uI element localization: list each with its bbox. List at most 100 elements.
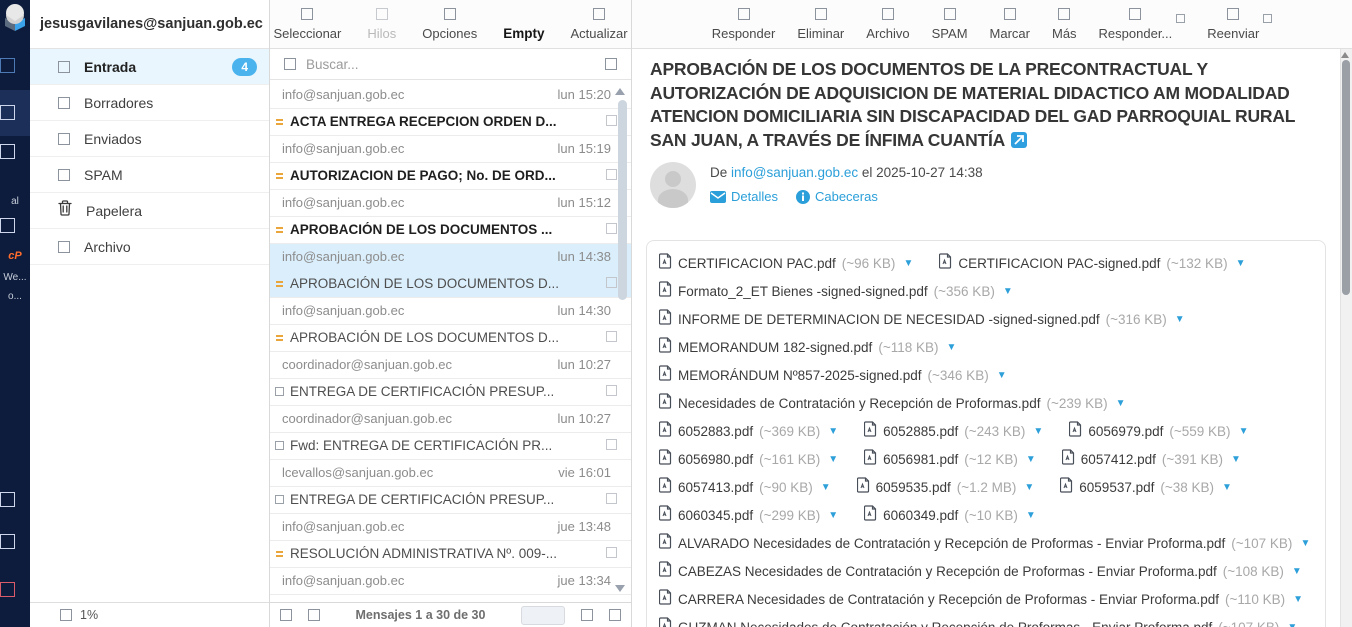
- attachment-dropdown-icon[interactable]: ▼: [821, 482, 831, 493]
- message-row[interactable]: info@sanjuan.gob.ecjue 13:48RESOLUCIÓN A…: [270, 513, 631, 567]
- details-link[interactable]: Detalles: [710, 189, 778, 204]
- list-empty-button[interactable]: Empty: [503, 8, 544, 41]
- dropdown-caret-icon[interactable]: [1176, 14, 1185, 23]
- footer-select-icon[interactable]: [280, 609, 292, 621]
- message-flag-icon[interactable]: [606, 547, 617, 558]
- message-flag-icon[interactable]: [606, 439, 617, 450]
- folder-item-enviados[interactable]: Enviados: [30, 121, 269, 157]
- message-row[interactable]: coordinador@sanjuan.gob.eclun 10:27Fwd: …: [270, 405, 631, 459]
- footer-next-page-icon[interactable]: [581, 609, 593, 621]
- read-marcar-button[interactable]: Marcar: [990, 8, 1030, 41]
- attachment-dropdown-icon[interactable]: ▼: [1239, 426, 1249, 437]
- read-archivo-button[interactable]: Archivo: [866, 8, 909, 41]
- attachment-dropdown-icon[interactable]: ▼: [997, 370, 1007, 381]
- list-seleccionar-button[interactable]: Seleccionar: [273, 8, 341, 41]
- attachment-dropdown-icon[interactable]: ▼: [1231, 454, 1241, 465]
- attachment-item[interactable]: 6052885.pdf(~243 KB)▼: [864, 421, 1043, 442]
- message-flag-icon[interactable]: [606, 115, 617, 126]
- list-scrollbar[interactable]: [618, 100, 627, 300]
- attachment-dropdown-icon[interactable]: ▼: [1003, 286, 1013, 297]
- account-header[interactable]: jesusgavilanes@sanjuan.gob.ec: [30, 0, 269, 49]
- attachment-dropdown-icon[interactable]: ▼: [1222, 482, 1232, 493]
- attachment-dropdown-icon[interactable]: ▼: [903, 258, 913, 269]
- attachment-dropdown-icon[interactable]: ▼: [1175, 314, 1185, 325]
- attachment-dropdown-icon[interactable]: ▼: [1292, 566, 1302, 577]
- read-eliminar-button[interactable]: Eliminar: [797, 8, 844, 41]
- cpanel-logo[interactable]: cP: [0, 250, 30, 262]
- attachment-dropdown-icon[interactable]: ▼: [947, 342, 957, 353]
- message-flag-icon[interactable]: [606, 277, 617, 288]
- attachment-dropdown-icon[interactable]: ▼: [1116, 398, 1126, 409]
- message-flag-icon[interactable]: [606, 385, 617, 396]
- attachment-dropdown-icon[interactable]: ▼: [1293, 594, 1303, 605]
- attachment-dropdown-icon[interactable]: ▼: [1026, 454, 1036, 465]
- attachment-dropdown-icon[interactable]: ▼: [828, 510, 838, 521]
- folder-item-borradores[interactable]: Borradores: [30, 85, 269, 121]
- attachment-item[interactable]: Necesidades de Contratación y Recepción …: [659, 393, 1126, 414]
- attachment-item[interactable]: 6057412.pdf(~391 KB)▼: [1062, 449, 1241, 470]
- folder-item-papelera[interactable]: Papelera: [30, 193, 269, 229]
- message-row[interactable]: coordinador@sanjuan.gob.eclun 10:27ENTRE…: [270, 351, 631, 405]
- attachment-dropdown-icon[interactable]: ▼: [1033, 426, 1043, 437]
- attachment-item[interactable]: MEMORANDUM 182-signed.pdf(~118 KB)▼: [659, 337, 956, 358]
- attachment-dropdown-icon[interactable]: ▼: [1300, 538, 1310, 549]
- message-row[interactable]: lcevallos@sanjuan.gob.ecvie 16:01ENTREGA…: [270, 459, 631, 513]
- list-hilos-button[interactable]: Hilos: [367, 8, 396, 41]
- read-responder-button[interactable]: Responder: [712, 8, 776, 41]
- attachment-dropdown-icon[interactable]: ▼: [1026, 510, 1036, 521]
- page-number-box[interactable]: [521, 606, 565, 625]
- list-scroll-down-icon[interactable]: [615, 585, 625, 592]
- search-bar[interactable]: [270, 49, 631, 80]
- open-in-new-window-icon[interactable]: [1011, 132, 1027, 148]
- folder-item-entrada[interactable]: Entrada4: [30, 49, 269, 85]
- attachment-item[interactable]: 6059537.pdf(~38 KB)▼: [1060, 477, 1232, 498]
- attachment-item[interactable]: CARRERA Necesidades de Contratación y Re…: [659, 589, 1303, 610]
- message-row[interactable]: info@sanjuan.gob.eclun 15:19AUTORIZACION…: [270, 135, 631, 189]
- attachment-dropdown-icon[interactable]: ▼: [828, 454, 838, 465]
- footer-first-page-icon[interactable]: [308, 609, 320, 621]
- list-scroll-up-icon[interactable]: [615, 88, 625, 95]
- read-spam-button[interactable]: SPAM: [932, 8, 968, 41]
- attachment-dropdown-icon[interactable]: ▼: [1024, 482, 1034, 493]
- message-flag-icon[interactable]: [606, 223, 617, 234]
- rail-label-webmail[interactable]: We...: [0, 272, 30, 283]
- attachment-dropdown-icon[interactable]: ▼: [1236, 258, 1246, 269]
- message-row[interactable]: info@sanjuan.gob.ecjue 13:34: [270, 567, 631, 594]
- attachment-item[interactable]: 6060349.pdf(~10 KB)▼: [864, 505, 1036, 526]
- search-options-icon[interactable]: [605, 58, 617, 70]
- message-row[interactable]: info@sanjuan.gob.eclun 15:12APROBACIÓN D…: [270, 189, 631, 243]
- message-row[interactable]: info@sanjuan.gob.eclun 14:30APROBACIÓN D…: [270, 297, 631, 351]
- list-opciones-button[interactable]: Opciones: [422, 8, 477, 41]
- list-actualizar-button[interactable]: Actualizar: [570, 8, 627, 41]
- attachment-item[interactable]: 6052883.pdf(~369 KB)▼: [659, 421, 838, 442]
- read-reenviar-button[interactable]: Reenviar: [1207, 8, 1259, 41]
- footer-last-page-icon[interactable]: [609, 609, 621, 621]
- headers-link[interactable]: Cabeceras: [796, 189, 878, 204]
- webmail-logo[interactable]: [1, 2, 29, 32]
- sender-email-link[interactable]: info@sanjuan.gob.ec: [731, 165, 858, 180]
- read-scroll-up-icon[interactable]: [1341, 52, 1349, 58]
- attachment-item[interactable]: 6056979.pdf(~559 KB)▼: [1069, 421, 1248, 442]
- search-icon[interactable]: [284, 58, 296, 70]
- attachment-item[interactable]: CABEZAS Necesidades de Contratación y Re…: [659, 561, 1302, 582]
- search-input[interactable]: [306, 57, 595, 72]
- attachment-item[interactable]: GUZMAN Necesidades de Contratación y Rec…: [659, 617, 1297, 627]
- read-responder-button[interactable]: Responder...: [1099, 8, 1173, 41]
- attachment-item[interactable]: 6057413.pdf(~90 KB)▼: [659, 477, 831, 498]
- message-flag-icon[interactable]: [606, 169, 617, 180]
- attachment-item[interactable]: Formato_2_ET Bienes -signed-signed.pdf(~…: [659, 281, 1013, 302]
- rail-label-home[interactable]: o...: [0, 291, 30, 302]
- attachment-item[interactable]: MEMORÁNDUM Nº857-2025-signed.pdf(~346 KB…: [659, 365, 1007, 386]
- message-flag-icon[interactable]: [606, 331, 617, 342]
- rail-label-truncated[interactable]: al: [0, 196, 30, 207]
- attachment-item[interactable]: 6060345.pdf(~299 KB)▼: [659, 505, 838, 526]
- attachment-item[interactable]: 6056980.pdf(~161 KB)▼: [659, 449, 838, 470]
- attachment-item[interactable]: ALVARADO Necesidades de Contratación y R…: [659, 533, 1310, 554]
- message-flag-icon[interactable]: [606, 493, 617, 504]
- message-row[interactable]: info@sanjuan.gob.eclun 15:20ACTA ENTREGA…: [270, 81, 631, 135]
- read-scrollbar[interactable]: [1342, 60, 1350, 295]
- folder-item-archivo[interactable]: Archivo: [30, 229, 269, 265]
- dropdown-caret-icon[interactable]: [1263, 14, 1272, 23]
- attachment-item[interactable]: CERTIFICACION PAC-signed.pdf(~132 KB)▼: [939, 253, 1245, 274]
- attachment-dropdown-icon[interactable]: ▼: [828, 426, 838, 437]
